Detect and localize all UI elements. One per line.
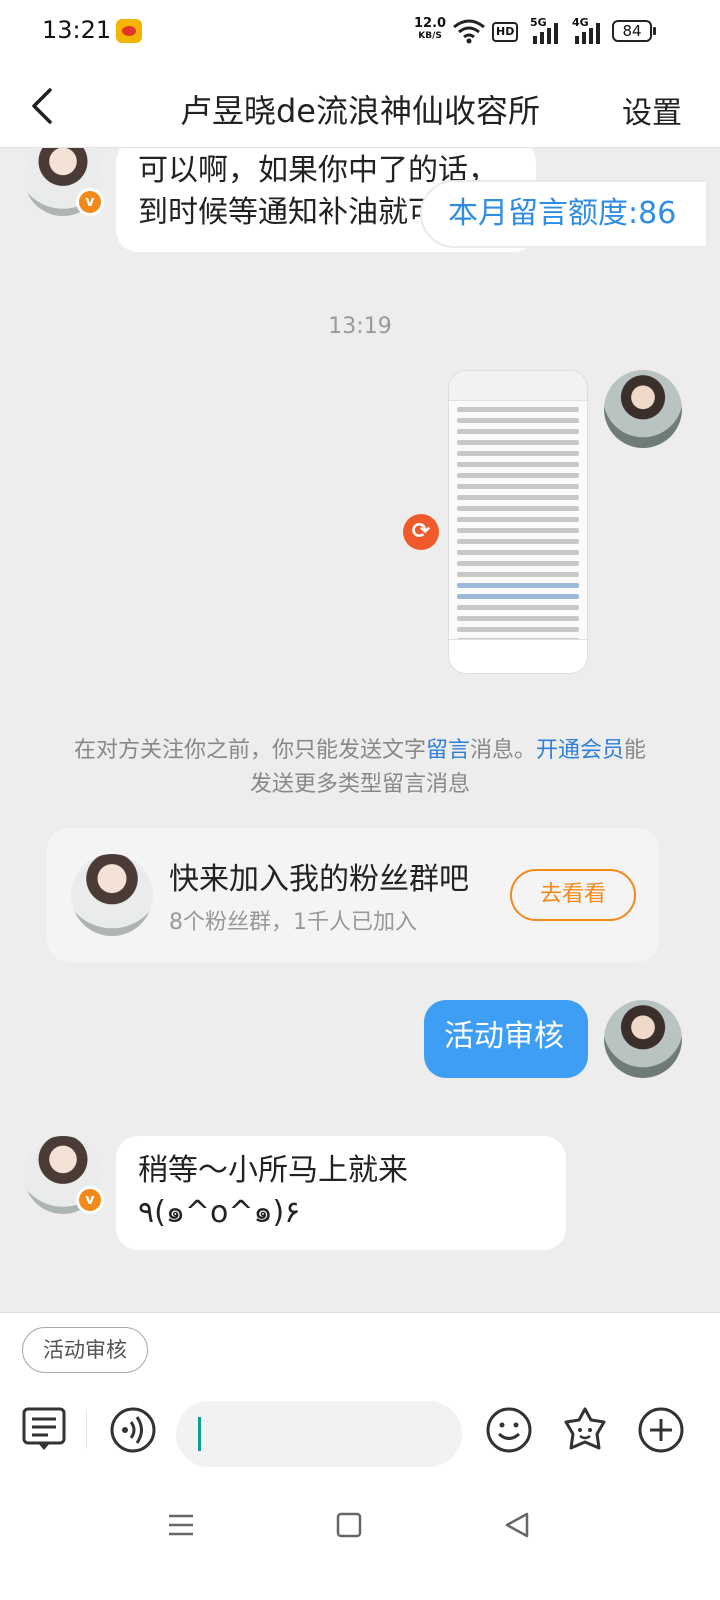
- top-nav-bar: 卢昱晓de流浪神仙收容所 设置: [0, 66, 720, 148]
- status-time: 13:21: [42, 16, 112, 44]
- page-title: 卢昱晓de流浪神仙收容所: [179, 92, 540, 130]
- settings-button[interactable]: 设置: [622, 88, 682, 132]
- my-avatar-2[interactable]: [604, 1000, 682, 1078]
- system-nav-bar: [0, 1482, 720, 1600]
- image-message[interactable]: [448, 370, 588, 674]
- view-fan-group-button[interactable]: 去看看: [510, 869, 636, 921]
- back-triangle-icon[interactable]: [502, 1510, 532, 1540]
- message-text: 稍等～小所马上就来 ٩(๑^o^๑)۶: [138, 1153, 408, 1230]
- emoji-icon[interactable]: [484, 1405, 534, 1455]
- notice-prefix: 在对方关注你之前，你只能发送文字: [73, 738, 426, 763]
- notice-link-vip[interactable]: 开通会员: [536, 738, 624, 763]
- net-speed-unit: KB/S: [418, 31, 442, 41]
- menu-icon[interactable]: [166, 1510, 196, 1540]
- signal-icon-2: [575, 23, 600, 44]
- net-speed: 12.0 KB/S: [414, 16, 447, 42]
- send-restriction-notice: 在对方关注你之前，你只能发送文字留言消息。开通会员能发送更多类型留言消息: [70, 734, 650, 802]
- message-bubble-sent[interactable]: 活动审核: [424, 1000, 588, 1078]
- message-text: 活动审核: [444, 1019, 564, 1054]
- my-avatar[interactable]: [604, 370, 682, 448]
- voice-icon[interactable]: [108, 1405, 158, 1455]
- plus-icon[interactable]: [636, 1405, 686, 1455]
- text-caret: [198, 1417, 201, 1451]
- status-bar: 13:21 12.0 KB/S HD 5G 4G 84: [0, 0, 720, 66]
- signal-icon: [533, 23, 558, 44]
- sticker-icon[interactable]: [560, 1405, 610, 1455]
- battery-icon: 84: [612, 20, 656, 42]
- notice-middle: 消息。: [469, 738, 536, 763]
- chat-area[interactable]: v 可以啊，如果你中了的话，到时候等通知补油就可 13:19 ⟳ 活动审核 v …: [0, 148, 720, 1312]
- wifi-icon: [453, 19, 485, 44]
- message-quota-badge: 本月留言额度:86: [420, 180, 708, 248]
- weibo-notification-icon: [116, 19, 142, 43]
- verified-badge-icon: v: [76, 188, 104, 216]
- resend-icon[interactable]: ⟳: [403, 514, 439, 550]
- net-speed-value: 12.0: [414, 16, 447, 31]
- home-icon[interactable]: [334, 1510, 364, 1540]
- verified-badge-icon: v: [76, 1186, 104, 1214]
- fan-group-title: 快来加入我的粉丝群吧: [169, 862, 469, 897]
- toolbar-divider: [86, 1411, 87, 1449]
- fan-group-subtitle: 8个粉丝群，1千人已加入: [169, 910, 417, 935]
- keyboard-menu-icon[interactable]: [20, 1405, 70, 1455]
- time-separator: 13:19: [328, 314, 392, 339]
- message-bubble-received-2[interactable]: 稍等～小所马上就来 ٩(๑^o^๑)۶: [116, 1136, 566, 1250]
- hd-icon: HD: [492, 22, 519, 42]
- fan-group-card[interactable]: 快来加入我的粉丝群吧 8个粉丝群，1千人已加入 去看看: [47, 828, 659, 962]
- notice-link-message[interactable]: 留言: [426, 738, 470, 763]
- fan-group-avatar: [71, 854, 153, 936]
- quick-reply-chip[interactable]: 活动审核: [22, 1327, 148, 1373]
- message-input[interactable]: [176, 1401, 462, 1467]
